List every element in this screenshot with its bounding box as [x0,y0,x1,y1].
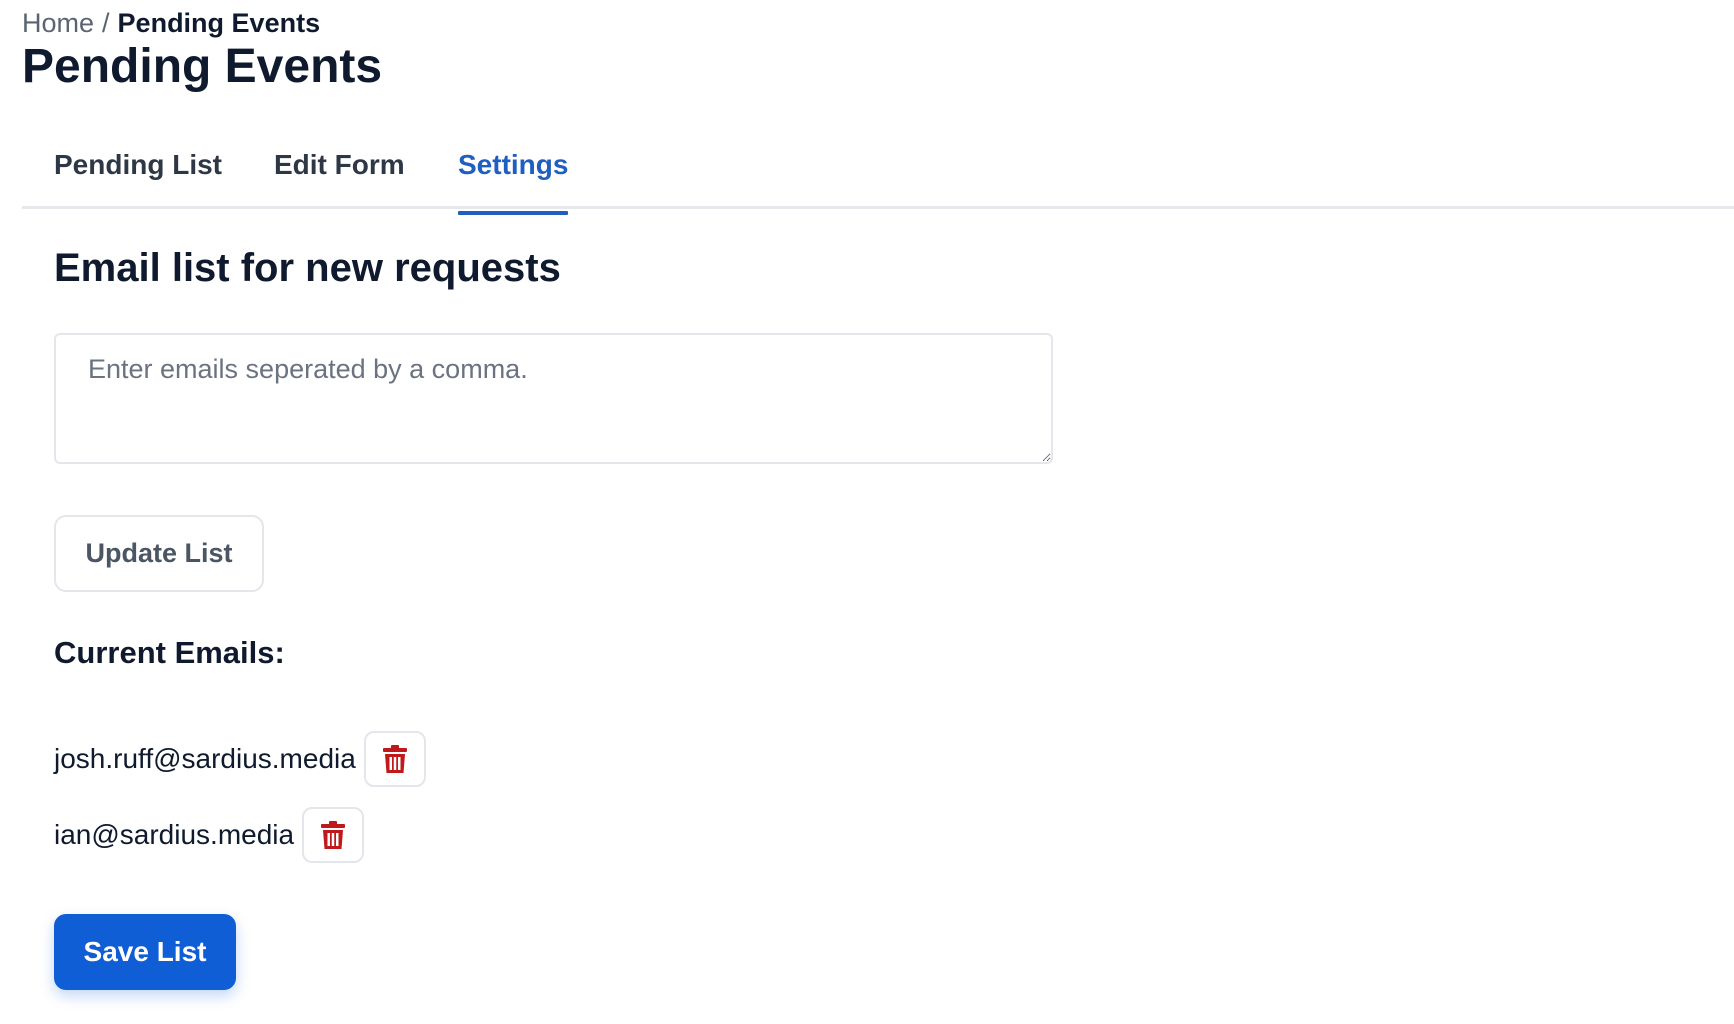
current-emails-heading: Current Emails: [54,635,285,670]
emails-textarea[interactable] [54,333,1053,464]
tab-settings[interactable]: Settings [458,148,569,215]
email-list-item: ian@sardius.media [54,807,365,863]
update-list-button[interactable]: Update List [54,515,264,592]
save-list-button[interactable]: Save List [54,914,236,990]
email-list-item: josh.ruff@sardius.media [54,731,426,787]
trash-icon [321,821,346,849]
page: Home / Pending Events Pending Events Pendi… [0,0,1734,1024]
delete-email-button[interactable] [363,731,426,787]
tab-pending-list[interactable]: Pending List [54,148,222,182]
trash-icon [382,745,407,773]
breadcrumb-current: Pending Events [117,8,321,38]
breadcrumb-separator: / [102,8,110,38]
breadcrumb: Home / Pending Events [22,6,320,40]
email-address: ian@sardius.media [54,819,295,850]
tab-edit-form[interactable]: Edit Form [274,148,405,182]
email-address: josh.ruff@sardius.media [54,743,356,774]
tab-bar: Pending List Edit Form Settings [22,136,1734,215]
breadcrumb-home-link[interactable]: Home [22,8,94,38]
page-title: Pending Events [22,40,383,93]
delete-email-button[interactable] [302,807,365,863]
section-heading: Email list for new requests [54,246,561,290]
